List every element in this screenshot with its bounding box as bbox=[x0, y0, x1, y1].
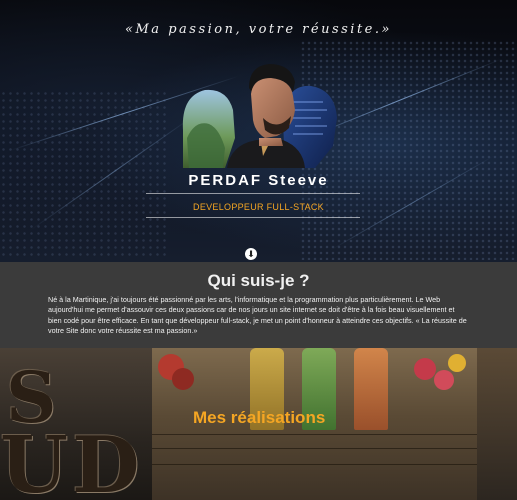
profile-portrait bbox=[182, 64, 337, 168]
fruit-image bbox=[414, 358, 436, 380]
scroll-down-button[interactable]: ⬇ bbox=[245, 248, 257, 260]
fruit-image bbox=[434, 370, 454, 390]
fruit-image bbox=[172, 368, 194, 390]
divider bbox=[146, 217, 360, 218]
wood-plank-line bbox=[152, 464, 477, 465]
arrow-down-circle-icon: ⬇ bbox=[247, 249, 255, 259]
about-text: Né à la Martinique, j'ai toujours été pa… bbox=[48, 295, 467, 336]
divider bbox=[146, 193, 360, 194]
wood-plank-line bbox=[152, 448, 477, 449]
portfolio-thumbnail-left: S U D bbox=[0, 348, 152, 500]
profile-role: DEVELOPPEUR FULL-STACK bbox=[193, 202, 324, 212]
portfolio-title[interactable]: Mes réalisations bbox=[193, 408, 325, 428]
about-section: Qui suis-je ? Né à la Martinique, j'ai t… bbox=[0, 262, 517, 348]
portfolio-thumbnail-right bbox=[477, 348, 517, 500]
bottle-image bbox=[354, 348, 388, 430]
hero-slogan: «Ma passion, votre réussite.» bbox=[125, 22, 392, 37]
portfolio-section[interactable]: S U D Mes réalisations bbox=[0, 348, 517, 500]
hero-section: «Ma passion, votre réussite.» PERDAF Ste… bbox=[0, 0, 517, 262]
decorative-letter: U bbox=[0, 420, 69, 500]
about-title: Qui suis-je ? bbox=[207, 271, 310, 290]
wood-plank-line bbox=[152, 434, 477, 435]
fruit-image bbox=[448, 354, 466, 372]
decorative-letter: D bbox=[72, 420, 140, 500]
profile-name: PERDAF Steeve bbox=[188, 172, 329, 189]
